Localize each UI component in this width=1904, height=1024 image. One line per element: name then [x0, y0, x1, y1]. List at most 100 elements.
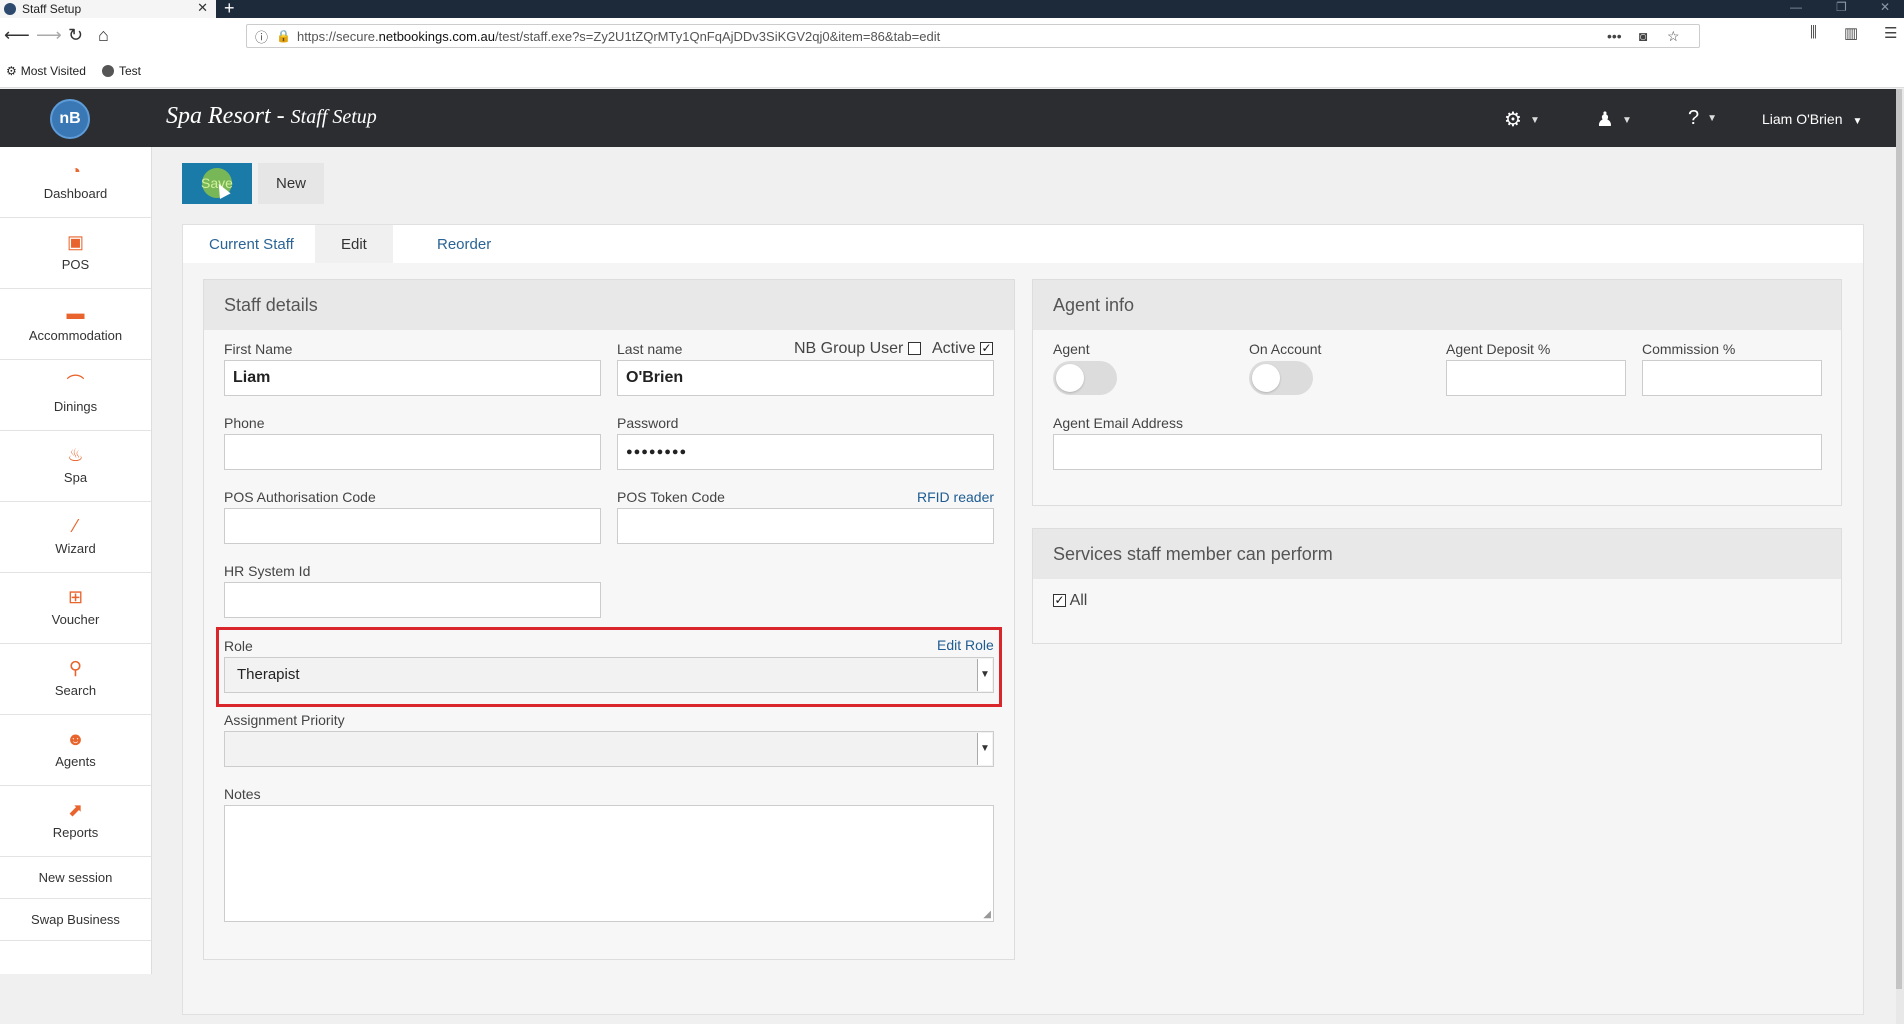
page-title: Spa Resort - Staff Setup	[166, 103, 377, 130]
pocket-icon[interactable]: ◙	[1639, 25, 1647, 47]
notes-label: Notes	[224, 786, 261, 802]
user-menu[interactable]: Liam O'Brien ▼	[1762, 111, 1862, 127]
sidebar-item-agents[interactable]: ☻ Agents	[0, 715, 151, 786]
commission-label: Commission %	[1642, 341, 1736, 357]
services-all-option[interactable]: ✓ All	[1053, 592, 1087, 610]
sidebar-item-label: POS	[61, 257, 90, 272]
first-name-label: First Name	[224, 341, 293, 357]
close-tab-icon[interactable]: ✕	[197, 0, 208, 16]
sidebar-item-dashboard[interactable]: ◔ Dashboard	[0, 147, 151, 218]
first-name-input[interactable]: Liam	[224, 360, 601, 396]
back-icon[interactable]: ⟵	[4, 24, 30, 46]
nb-group-user[interactable]: NB Group User	[794, 340, 921, 358]
commission-input[interactable]	[1642, 360, 1822, 396]
role-select[interactable]: Therapist ▼	[224, 657, 994, 693]
sidebar-item-label: Wizard	[55, 541, 96, 556]
on-account-toggle[interactable]	[1249, 361, 1313, 395]
sidebar-toggle-icon[interactable]: ▥	[1844, 24, 1858, 42]
pos-auth-label: POS Authorisation Code	[224, 489, 376, 505]
tab-reorder[interactable]: Reorder	[411, 225, 517, 265]
sidebar-item-reports[interactable]: ⬈ Reports	[0, 786, 151, 857]
new-tab-icon[interactable]: +	[224, 0, 235, 19]
swap-business-link[interactable]: Swap Business	[0, 899, 151, 941]
pos-token-input[interactable]	[617, 508, 994, 544]
staff-menu[interactable]: ♟ ▼	[1596, 107, 1632, 132]
reload-icon[interactable]: ↻	[68, 24, 83, 46]
services-title: Services staff member can perform	[1033, 529, 1841, 579]
menu-icon[interactable]: ☰	[1884, 24, 1897, 42]
close-window-icon[interactable]: ✕	[1880, 0, 1890, 14]
sidebar-item-search[interactable]: ⚲ Search	[0, 644, 151, 715]
browser-tab-title: Staff Setup	[22, 2, 82, 16]
restore-icon[interactable]: ❐	[1836, 0, 1847, 14]
sidebar-item-voucher[interactable]: ⊞ Voucher	[0, 573, 151, 644]
new-button[interactable]: New	[258, 163, 324, 204]
tab-edit[interactable]: Edit	[315, 225, 393, 265]
help-icon: ?	[1688, 107, 1700, 129]
bookmark-test[interactable]: Test	[102, 64, 141, 78]
spa-icon: ♨	[67, 445, 84, 465]
sidebar-item-dinings[interactable]: ⌒ Dinings	[0, 360, 151, 431]
resize-grip-icon[interactable]: ◢	[983, 909, 991, 920]
page-actions-icon[interactable]: •••	[1607, 25, 1622, 47]
agent-toggle[interactable]	[1053, 361, 1117, 395]
tab-current-staff[interactable]: Current Staff	[183, 225, 320, 265]
bookmark-label: Most Visited	[20, 64, 86, 78]
site-info-icon[interactable]: ⓘ	[255, 27, 268, 46]
sidebar-item-label: Voucher	[51, 612, 100, 627]
toggle-knob	[1056, 364, 1084, 392]
bookmark-most-visited[interactable]: ⚙ Most Visited	[6, 64, 86, 78]
search-icon: ⚲	[68, 658, 83, 678]
url-bar[interactable]: ⓘ 🔒 https://secure. netbookings.com.au/te…	[246, 24, 1700, 48]
sidebar-item-spa[interactable]: ♨ Spa	[0, 431, 151, 502]
active-toggle[interactable]: Active ✓	[932, 340, 994, 358]
sidebar-item-wizard[interactable]: ⁄ Wizard	[0, 502, 151, 573]
rfid-reader-link[interactable]: RFID reader	[917, 489, 994, 505]
notes-textarea[interactable]: ◢	[224, 805, 994, 922]
bookmark-star-icon[interactable]: ☆	[1667, 25, 1680, 47]
pos-auth-input[interactable]	[224, 508, 601, 544]
toggle-knob	[1252, 364, 1280, 392]
password-label: Password	[617, 415, 679, 431]
forward-icon[interactable]: ⟶	[36, 24, 62, 46]
hr-system-id-label: HR System Id	[224, 563, 311, 579]
password-input[interactable]: ●●●●●●●●	[617, 434, 994, 470]
sidebar-item-label: Spa	[63, 470, 88, 485]
agent-email-input[interactable]	[1053, 434, 1822, 470]
last-name-input[interactable]: O'Brien	[617, 360, 994, 396]
active-label: Active	[932, 340, 976, 357]
phone-input[interactable]	[224, 434, 601, 470]
sidebar-item-label: Search	[54, 683, 97, 698]
new-session-link[interactable]: New session	[0, 857, 151, 899]
sidebar-item-accommodation[interactable]: ▬ Accommodation	[0, 289, 151, 360]
chevron-down-icon: ▼	[1852, 116, 1863, 127]
page-tabs: Current Staff Edit Reorder	[182, 224, 1864, 265]
browser-navbar: ⟵ ⟶ ↻ ⌂ ⓘ 🔒 https://secure. netbookings.c…	[0, 18, 1904, 54]
help-menu[interactable]: ? ▼	[1688, 107, 1717, 130]
page-scrollbar[interactable]	[1896, 89, 1904, 1024]
app-logo[interactable]: nB	[50, 99, 90, 139]
user-name: Liam O'Brien	[1762, 111, 1843, 127]
agent-email-label: Agent Email Address	[1053, 415, 1183, 431]
agent-deposit-input[interactable]	[1446, 360, 1626, 396]
home-icon[interactable]: ⌂	[98, 24, 109, 46]
agent-deposit-label: Agent Deposit %	[1446, 341, 1551, 357]
services-all-checkbox[interactable]: ✓	[1053, 594, 1066, 608]
scrollbar-thumb[interactable]	[1896, 89, 1902, 989]
settings-menu[interactable]: ⚙ ▼	[1504, 107, 1540, 132]
agent-label: Agent	[1053, 341, 1090, 357]
library-icon[interactable]: ⫼	[1810, 24, 1817, 41]
services-all-label: All	[1069, 592, 1088, 609]
browser-tab[interactable]: Staff Setup ✕	[0, 0, 216, 18]
assignment-priority-select[interactable]: ▼	[224, 731, 994, 767]
app-header: nB Spa Resort - Staff Setup ⚙ ▼ ♟ ▼ ? ▼ Lia…	[0, 89, 1896, 147]
nb-group-user-checkbox[interactable]	[907, 342, 921, 356]
minimize-icon[interactable]: —	[1790, 0, 1802, 14]
dashboard-icon: ◔	[70, 161, 81, 181]
edit-role-link[interactable]: Edit Role	[937, 637, 994, 653]
staff-details-title: Staff details	[204, 280, 1014, 330]
services-panel: Services staff member can perform	[1032, 528, 1842, 644]
active-checkbox[interactable]: ✓	[980, 342, 994, 356]
sidebar-item-pos[interactable]: ▣ POS	[0, 218, 151, 289]
hr-system-id-input[interactable]	[224, 582, 601, 618]
